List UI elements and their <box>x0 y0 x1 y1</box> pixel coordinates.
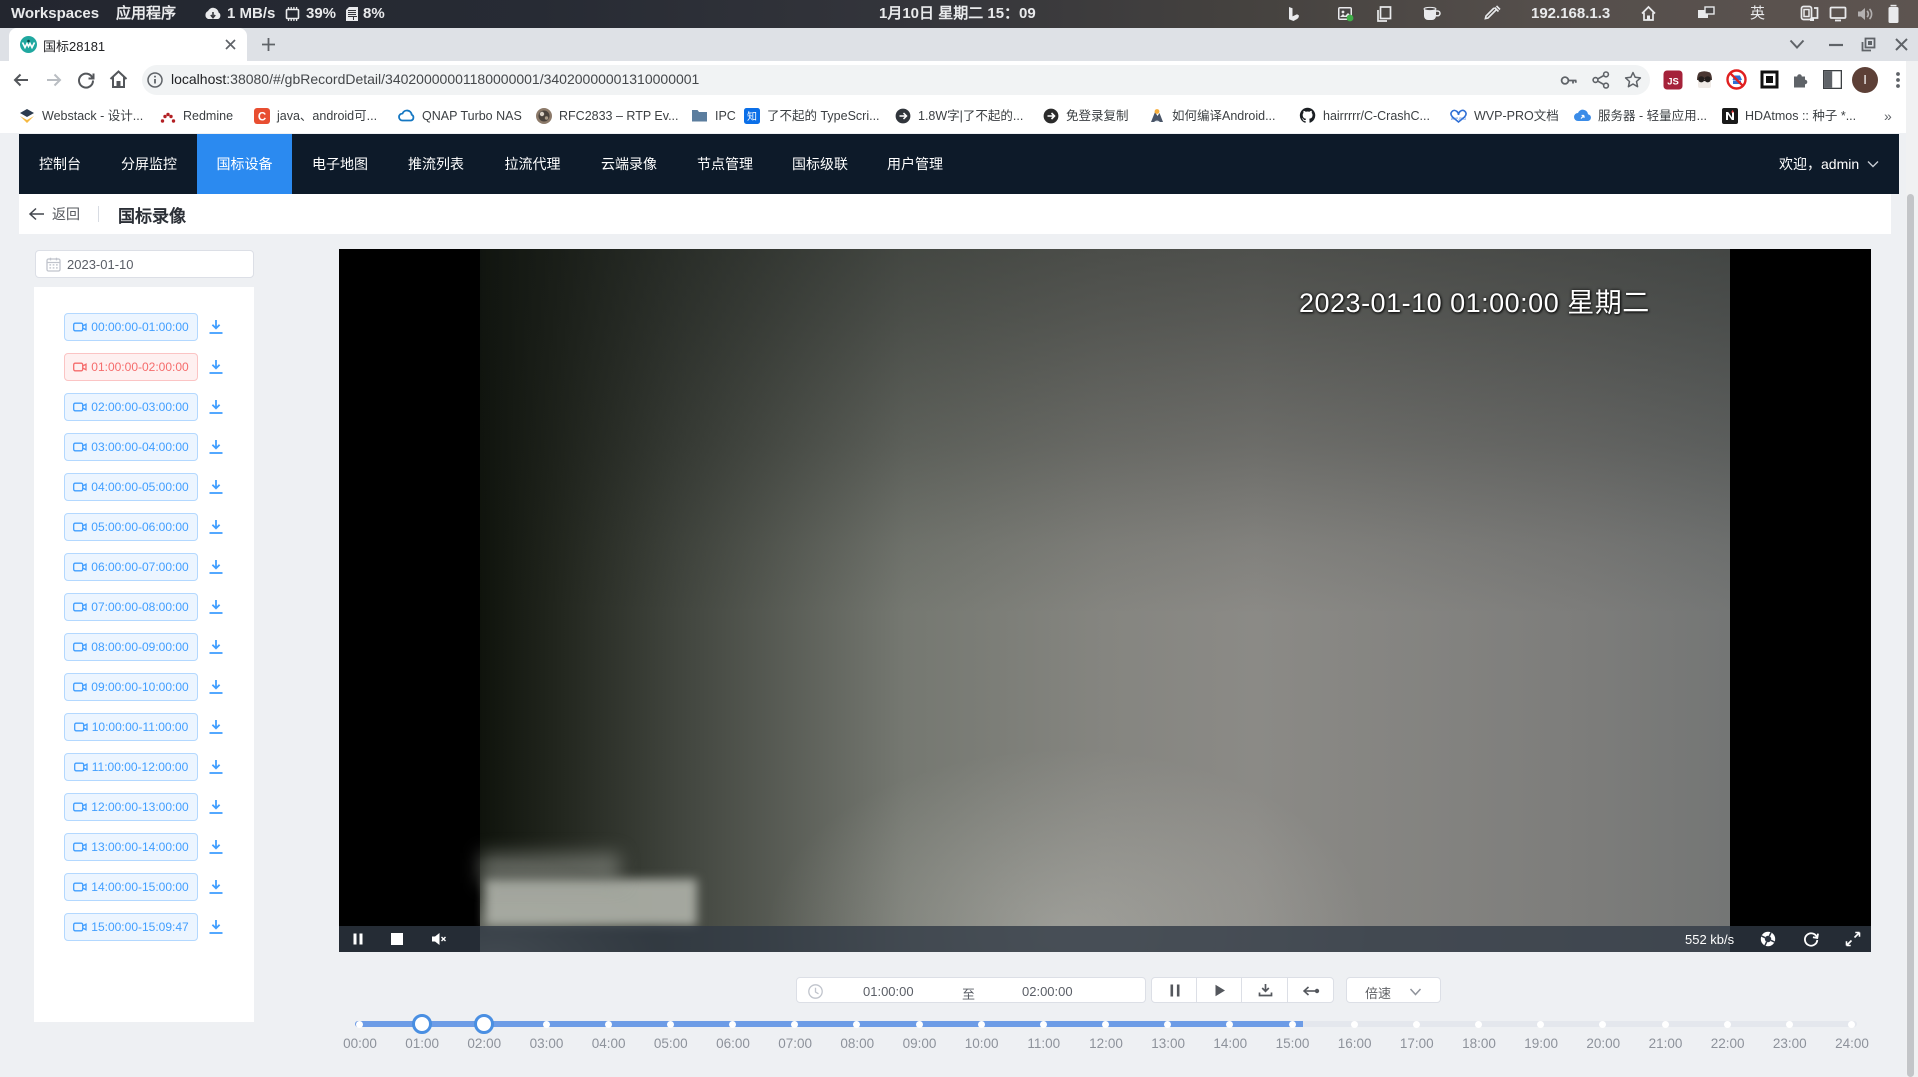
svg-text:C: C <box>258 111 266 123</box>
svg-text:JS: JS <box>1667 77 1679 88</box>
svg-text:WVP-PRO: WVP-PRO <box>1451 117 1467 121</box>
svg-text:知: 知 <box>747 110 757 123</box>
